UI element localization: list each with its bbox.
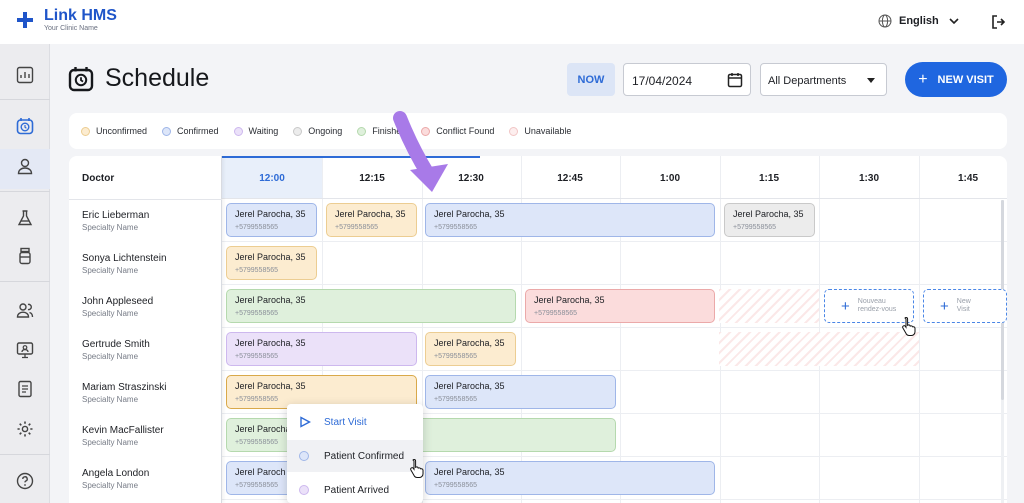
document-icon[interactable] xyxy=(13,377,37,401)
legend-item-unavailable: Unavailable xyxy=(509,126,571,136)
logo[interactable]: Link HMS Your Clinic Name xyxy=(16,8,117,33)
annotation-arrow-icon xyxy=(393,111,448,192)
status-dot xyxy=(299,451,309,461)
dashboard-icon[interactable] xyxy=(13,63,37,87)
department-select[interactable]: All Departments xyxy=(760,63,887,96)
brand-name: Link HMS xyxy=(44,7,117,24)
users-group-icon[interactable] xyxy=(13,298,37,322)
time-header: 1:45 xyxy=(957,173,978,184)
sidebar-divider xyxy=(0,281,50,282)
date-picker[interactable]: 17/04/2024 xyxy=(623,63,751,96)
appointment-card[interactable]: Jerel Parocha, 35 +5799558565 xyxy=(525,289,715,323)
appointment-card[interactable]: Jerel Parocha, 35 +5799558565 xyxy=(226,203,317,237)
unavailable-slot xyxy=(719,332,919,366)
appointment-context-menu: Start Visit Patient Confirmed Patient Ar… xyxy=(287,404,423,503)
new-visit-button[interactable]: + NEW VISIT xyxy=(905,62,1007,97)
user-icon[interactable] xyxy=(13,154,37,178)
clinic-name: Your Clinic Name xyxy=(44,25,98,32)
globe-icon xyxy=(878,14,892,28)
time-header: 12:00 xyxy=(259,173,285,184)
doctor-specialty: Specialty Name xyxy=(82,438,139,447)
logout-icon[interactable] xyxy=(990,14,1006,30)
sidebar xyxy=(0,44,50,503)
language-label: English xyxy=(899,15,939,27)
status-dot xyxy=(299,485,309,495)
hand-cursor-icon xyxy=(902,316,916,336)
language-selector[interactable]: English xyxy=(878,14,966,28)
calendar-clock-icon[interactable] xyxy=(13,114,37,138)
doctor-name[interactable]: Gertrude Smith xyxy=(82,339,150,350)
doctor-column-header: Doctor xyxy=(82,173,115,184)
now-button[interactable]: NOW xyxy=(567,63,615,96)
sidebar-divider xyxy=(0,454,50,455)
settings-gear-icon[interactable] xyxy=(13,417,37,441)
appointment-card[interactable]: Jerel Parocha, 35 +5799558565 xyxy=(425,203,715,237)
doctor-name[interactable]: Mariam Straszinski xyxy=(82,382,166,393)
appointment-card[interactable]: Jerel Parocha, 35 +5799558565 xyxy=(226,246,317,280)
start-visit-menu-item[interactable]: Start Visit xyxy=(287,406,423,438)
new-appointment-slot[interactable]: + New Visit xyxy=(923,289,1007,323)
time-header: 12:45 xyxy=(557,173,583,184)
monitor-user-icon[interactable] xyxy=(13,338,37,362)
doctor-name[interactable]: John Appleseed xyxy=(82,296,153,307)
doctor-specialty: Specialty Name xyxy=(82,352,139,361)
doctor-name[interactable]: Eric Lieberman xyxy=(82,210,149,221)
calendar-icon[interactable] xyxy=(727,72,743,88)
legend-item-waiting: Waiting xyxy=(233,126,278,136)
doctor-name[interactable]: Angela London xyxy=(82,468,149,479)
sidebar-divider xyxy=(0,191,50,192)
lab-flask-icon[interactable] xyxy=(13,206,37,230)
department-value: All Departments xyxy=(768,75,847,87)
page-title: Schedule xyxy=(105,64,210,92)
date-value: 17/04/2024 xyxy=(632,74,693,88)
doctor-name[interactable]: Kevin MacFallister xyxy=(82,425,164,436)
doctor-column: Doctor Eric Lieberman Specialty Name Son… xyxy=(69,156,222,503)
dropdown-arrow-icon xyxy=(867,78,875,83)
doctor-specialty: Specialty Name xyxy=(82,395,139,404)
appointment-card[interactable]: Jerel Parocha, 35 +5799558565 xyxy=(425,375,616,409)
status-legend: Unconfirmed Confirmed Waiting Ongoing Fi… xyxy=(69,113,1007,149)
appointment-card[interactable]: Jerel Parocha, 35 +5799558565 xyxy=(425,461,715,495)
doctor-name[interactable]: Sonya Lichtenstein xyxy=(82,253,167,264)
sidebar-divider xyxy=(0,99,50,100)
legend-item-unconfirmed: Unconfirmed xyxy=(81,126,147,136)
doctor-specialty: Specialty Name xyxy=(82,481,139,490)
legend-item-ongoing: Ongoing xyxy=(293,126,342,136)
new-visit-label: NEW VISIT xyxy=(937,73,994,86)
legend-item-confirmed: Confirmed xyxy=(162,126,219,136)
schedule-grid: 12:00 12:15 12:30 12:45 1:00 1:15 1:30 1… xyxy=(69,156,1007,503)
doctor-specialty: Specialty Name xyxy=(82,223,139,232)
top-bar: Link HMS Your Clinic Name English xyxy=(0,0,1024,44)
play-icon xyxy=(300,416,311,428)
appointment-card[interactable]: Jerel Parocha, 35 +5799558565 xyxy=(226,332,417,366)
patient-arrived-menu-item[interactable]: Patient Arrived xyxy=(287,474,423,503)
medical-cross-icon xyxy=(17,12,33,28)
doctor-specialty: Specialty Name xyxy=(82,309,139,318)
time-header: 1:15 xyxy=(758,173,779,184)
plus-icon: + xyxy=(841,297,850,315)
chevron-down-icon xyxy=(949,18,959,24)
appointment-card[interactable]: Jerel Parocha, 35 +5799558565 xyxy=(326,203,417,237)
calendar-clock-icon xyxy=(68,67,94,92)
doctor-specialty: Specialty Name xyxy=(82,266,139,275)
time-header: 1:30 xyxy=(858,173,879,184)
appointment-card[interactable]: Jerel Parocha, 35 +5799558565 xyxy=(724,203,815,237)
help-icon[interactable] xyxy=(13,469,37,493)
appointment-card[interactable]: Jerel Parocha, 35 +5799558565 xyxy=(425,332,516,366)
medicine-bottle-icon[interactable] xyxy=(13,244,37,268)
patient-confirmed-menu-item[interactable]: Patient Confirmed xyxy=(287,440,423,472)
hand-cursor-icon xyxy=(410,458,424,478)
unavailable-slot xyxy=(719,289,819,323)
time-header: 1:00 xyxy=(659,173,680,184)
plus-icon: + xyxy=(918,70,928,88)
plus-icon: + xyxy=(940,297,949,315)
appointment-card[interactable]: Jerel Parocha, 35 +5799558565 xyxy=(226,289,516,323)
